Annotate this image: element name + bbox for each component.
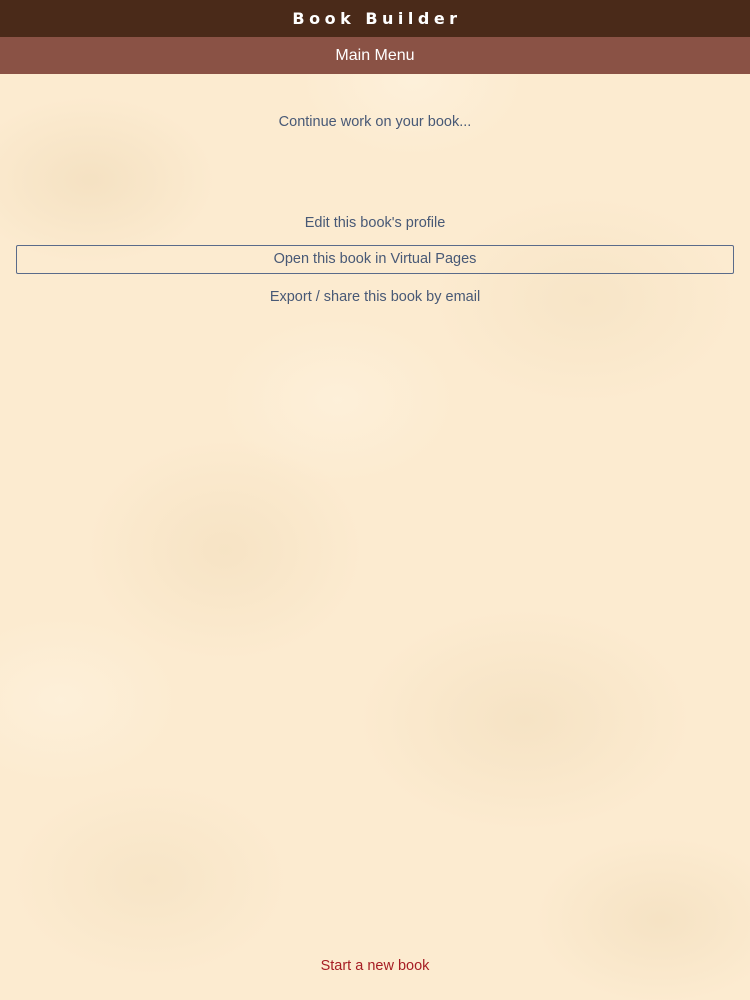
- app-title-bar: Book Builder: [0, 0, 750, 37]
- edit-profile-button[interactable]: Edit this book's profile: [0, 214, 750, 232]
- continue-work-heading: Continue work on your book...: [278, 114, 472, 130]
- open-virtual-pages-button[interactable]: Open this book in Virtual Pages: [16, 245, 734, 274]
- app-title: Book Builder: [292, 9, 462, 28]
- export-share-button[interactable]: Export / share this book by email: [0, 288, 750, 306]
- start-new-book-button[interactable]: Start a new book: [0, 957, 750, 975]
- screen-title: Main Menu: [335, 46, 415, 64]
- screen-title-bar: Main Menu: [0, 37, 750, 74]
